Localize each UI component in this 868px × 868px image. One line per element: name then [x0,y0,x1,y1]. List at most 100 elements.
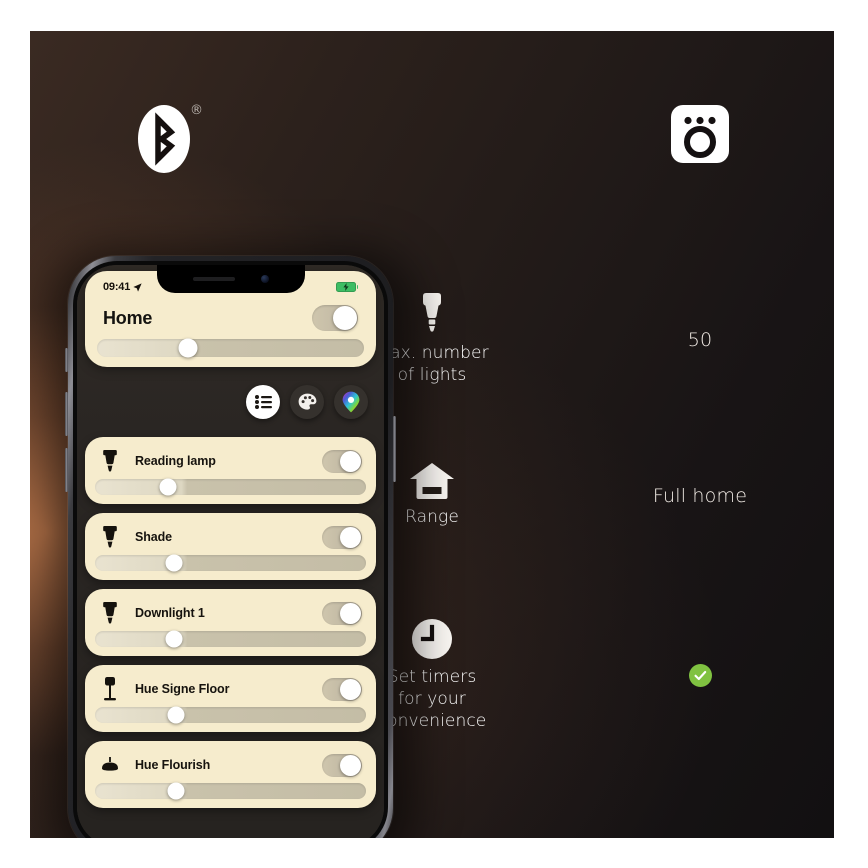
home-header-row: Home [85,299,376,339]
supported-badge [688,664,712,688]
check-icon [693,671,706,681]
light-name: Shade [135,530,173,544]
hue-comparison-graphic: ® 10 [30,31,834,838]
status-bar-time: 09:41 [103,281,131,293]
light-toggle-knob [340,526,361,548]
bluetooth-logo-icon [138,105,190,173]
earpiece-speaker [192,277,235,281]
list-item[interactable]: Hue Signe Floor [85,665,376,732]
location-arrow-icon [133,282,142,292]
light-brightness-slider[interactable] [95,782,366,800]
spotlight-bulb-icon [99,525,121,549]
light-toggle-knob [340,678,361,700]
light-brightness-slider-knob[interactable] [167,706,185,724]
hue-bridge-zigbee-logo [671,105,729,163]
spotlight-bulb-glyph [103,526,117,548]
light-toggle[interactable] [322,449,362,473]
light-row: Shade [85,521,376,555]
light-toggle-knob [340,450,361,472]
home-range-icon-glyph [410,463,454,499]
floor-lamp-icon [99,677,121,701]
light-row: Reading lamp [85,445,376,479]
color-drop-icon [342,391,360,413]
light-brightness-slider-knob[interactable] [167,782,185,800]
volume-down-button[interactable] [65,448,68,492]
clock-icon [412,619,452,659]
tab-list[interactable] [246,385,280,419]
silent-switch[interactable] [65,348,68,372]
light-brightness-slider[interactable] [95,706,366,724]
home-title: Home [103,307,153,328]
tab-scenes[interactable] [290,385,324,419]
registered-trademark-mark: ® [190,103,203,118]
spotlight-bulb-glyph [103,450,117,472]
spotlight-bulb-glyph [103,602,117,624]
hue-app: 09:41 Home Reading lamp Shade Downlight … [77,265,384,838]
list-icon [254,395,272,409]
light-toggle-knob [340,754,361,776]
light-toggle[interactable] [322,677,362,701]
tab-colors[interactable] [334,385,368,419]
light-name: Reading lamp [135,454,216,468]
light-toggle[interactable] [322,525,362,549]
bulb-icon [418,293,446,335]
list-item[interactable]: Hue Flourish [85,741,376,808]
volume-up-button[interactable] [65,392,68,436]
phone-notch [156,265,305,293]
spotlight-bulb-icon [99,449,121,473]
home-master-toggle[interactable] [312,305,358,331]
light-name: Hue Signe Floor [135,682,230,696]
technology-logos-row: ® [30,103,834,173]
hue-bridge-logo-cell [566,105,834,163]
front-camera-icon [260,275,269,283]
battery-shell [335,282,356,292]
battery-tip [356,285,358,289]
light-brightness-slider-knob[interactable] [165,554,183,572]
range-right-value: Full home [652,484,748,507]
pendant-lamp-glyph [102,757,118,771]
max-lights-right-value: 50 [687,328,713,351]
bulb-icon-glyph [423,293,441,332]
phone-mockup: 09:41 Home Reading lamp Shade Downlight … [50,250,415,838]
power-button[interactable] [393,416,396,482]
light-brightness-slider-knob[interactable] [165,630,183,648]
spotlight-bulb-icon [99,601,121,625]
phone-screen: 09:41 Home Reading lamp Shade Downlight … [77,265,384,838]
light-name: Hue Flourish [135,758,211,772]
home-range-icon [410,463,454,499]
app-tab-bar [246,385,368,419]
light-brightness-slider[interactable] [95,554,366,572]
hue-bridge-icon [671,105,729,163]
light-row: Hue Flourish [85,749,376,783]
list-item[interactable]: Shade [85,513,376,580]
home-brightness-slider-knob[interactable] [178,338,198,358]
light-brightness-slider[interactable] [95,630,366,648]
pendant-lamp-icon [99,753,121,777]
phone-body: 09:41 Home Reading lamp Shade Downlight … [65,256,396,838]
max-lights-right-value-cell: 50 [566,329,834,351]
light-toggle[interactable] [322,753,362,777]
palette-icon [298,393,316,410]
list-item[interactable]: Reading lamp [85,437,376,504]
light-name: Downlight 1 [135,606,205,620]
light-toggle-knob [340,602,361,624]
light-brightness-slider[interactable] [95,478,366,496]
light-brightness-slider-knob[interactable] [159,478,177,496]
charging-bolt-icon [342,283,349,291]
timers-right-value-cell [566,664,834,688]
range-right-value-cell: Full home [566,485,834,507]
battery-charging-icon [335,282,358,292]
phone-bezel: 09:41 Home Reading lamp Shade Downlight … [73,261,388,838]
bluetooth-logo: ® [138,103,203,173]
status-bar-left: 09:41 [103,281,142,293]
list-item[interactable]: Downlight 1 [85,589,376,656]
light-row: Downlight 1 [85,597,376,631]
home-master-toggle-knob [333,306,357,330]
light-row: Hue Signe Floor [85,673,376,707]
home-brightness-slider[interactable] [97,338,364,358]
floor-lamp-glyph [104,677,116,701]
bluetooth-logo-cell: ® [30,103,298,173]
clock-icon-glyph [412,619,452,659]
light-toggle[interactable] [322,601,362,625]
light-list: Reading lamp Shade Downlight 1 Hue Signe… [85,437,376,838]
